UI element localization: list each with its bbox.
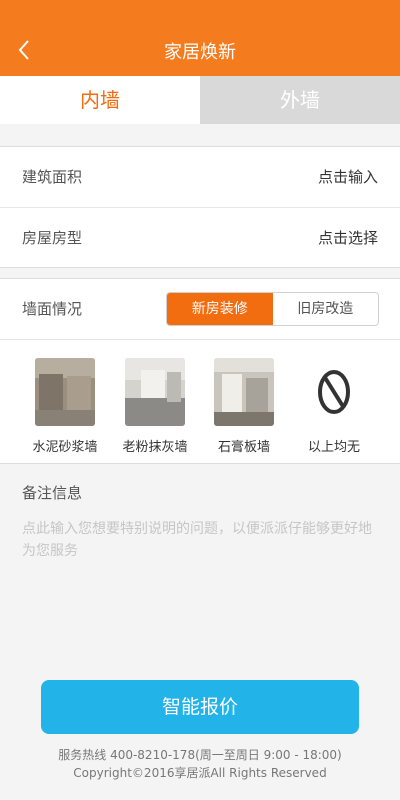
wall-card: 墙面情况 新房装修 旧房改造 水泥砂浆墙 老粉抹灰墙 石膏板墙 以上均无: [0, 278, 400, 464]
wall-type-list: 水泥砂浆墙 老粉抹灰墙 石膏板墙 以上均无: [0, 339, 400, 459]
wall-type-label: 水泥砂浆墙: [32, 440, 98, 455]
notes-title: 备注信息: [22, 484, 83, 502]
copyright-text: Copyright©2016享居派All Rights Reserved: [73, 766, 327, 780]
wall-condition-label: 墙面情况: [22, 300, 83, 318]
wall-type-plaster[interactable]: 老粉抹灰墙: [110, 358, 200, 455]
new-house-option[interactable]: 新房装修: [167, 293, 273, 325]
wall-type-label: 石膏板墙: [217, 440, 270, 455]
notes-input[interactable]: 点此输入您想要特别说明的问题，以便派派仔能够更好地为您服务: [22, 518, 372, 562]
area-label: 建筑面积: [22, 168, 83, 186]
smart-quote-button[interactable]: 智能报价: [41, 680, 359, 734]
house-type-select[interactable]: 点击选择: [318, 208, 378, 268]
area-row[interactable]: 建筑面积 点击输入: [0, 147, 400, 207]
wall-condition-row: 墙面情况 新房装修 旧房改造: [0, 279, 400, 339]
page-title: 家居焕新: [164, 42, 236, 63]
gypsum-board-photo: [214, 358, 274, 426]
tab-exterior-wall[interactable]: 外墙: [200, 76, 400, 124]
old-house-option[interactable]: 旧房改造: [272, 293, 378, 325]
wall-type-gypsum[interactable]: 石膏板墙: [199, 358, 289, 455]
wall-type-cement[interactable]: 水泥砂浆墙: [20, 358, 110, 455]
wall-type-label: 以上均无: [307, 440, 360, 455]
area-input[interactable]: 点击输入: [318, 147, 378, 207]
cement-wall-photo: [35, 358, 95, 426]
navbar: 家居焕新: [0, 0, 400, 76]
house-type-label: 房屋房型: [22, 229, 83, 247]
none-icon: [304, 358, 364, 426]
tab-interior-wall[interactable]: 内墙: [0, 76, 200, 124]
wall-condition-toggle: 新房装修 旧房改造: [166, 292, 379, 326]
house-type-row[interactable]: 房屋房型 点击选择: [0, 207, 400, 267]
plaster-wall-photo: [125, 358, 185, 426]
wall-type-label: 老粉抹灰墙: [122, 440, 188, 455]
wall-type-none[interactable]: 以上均无: [289, 358, 379, 455]
tab-bar: 内墙 外墙: [0, 76, 400, 124]
basic-info-card: 建筑面积 点击输入 房屋房型 点击选择: [0, 146, 400, 268]
hotline-text: 服务热线 400-8210-178(周一至周日 9:00 - 18:00): [58, 748, 342, 762]
